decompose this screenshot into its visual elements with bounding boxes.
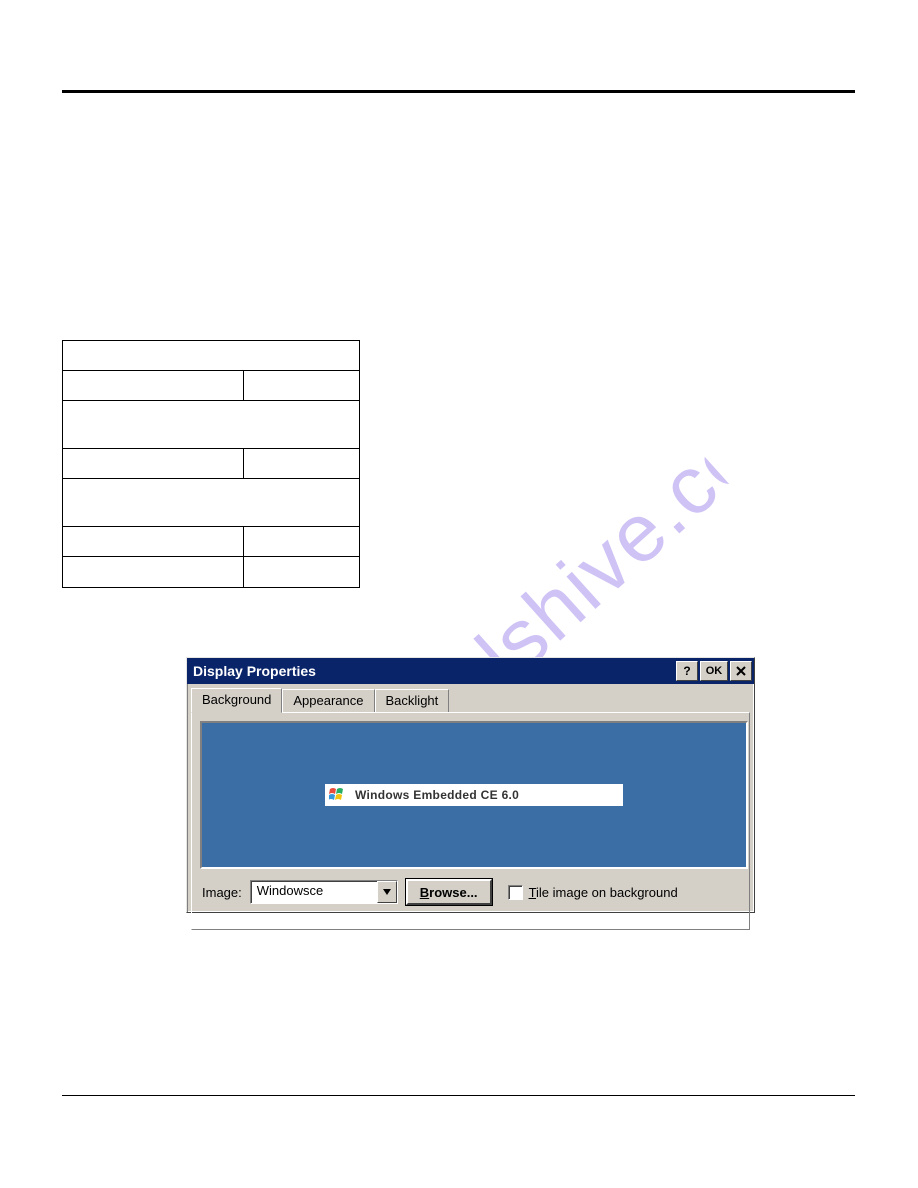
- controls-row: Image: Windowsce Browse... Tile image on…: [200, 879, 741, 905]
- table-cell: [63, 527, 244, 556]
- table-cell: [63, 479, 359, 526]
- tab-background[interactable]: Background: [191, 688, 282, 713]
- ok-button[interactable]: OK: [700, 661, 728, 681]
- checkbox-box[interactable]: [508, 885, 523, 900]
- top-rule: [62, 90, 855, 93]
- browse-button[interactable]: Browse...: [406, 879, 492, 905]
- titlebar-buttons: ? OK: [674, 661, 752, 681]
- bottom-rule: [62, 1095, 855, 1096]
- help-button[interactable]: ?: [676, 661, 698, 681]
- desktop-preview: Windows Embedded CE 6.0: [200, 721, 748, 869]
- tab-appearance[interactable]: Appearance: [282, 689, 374, 712]
- table-cell: [244, 449, 359, 478]
- table-cell: [63, 557, 244, 587]
- close-button[interactable]: [730, 661, 752, 681]
- image-select[interactable]: Windowsce: [250, 880, 398, 904]
- dialog-title: Display Properties: [193, 663, 674, 679]
- image-select-value: Windowsce: [251, 881, 377, 903]
- table-cell: [244, 527, 359, 556]
- chevron-down-icon: [383, 889, 391, 895]
- empty-table: [62, 340, 360, 588]
- table-cell: [244, 557, 359, 587]
- table-cell: [63, 401, 359, 448]
- titlebar[interactable]: Display Properties ? OK: [187, 658, 754, 684]
- tab-backlight[interactable]: Backlight: [375, 689, 450, 712]
- close-icon: [736, 666, 746, 676]
- preview-banner-text: Windows Embedded CE 6.0: [355, 788, 519, 802]
- table-cell: [244, 371, 359, 400]
- preview-banner: Windows Embedded CE 6.0: [325, 784, 623, 806]
- browse-accel: B: [420, 885, 429, 900]
- windows-flag-icon: [329, 787, 351, 803]
- tile-label: Tile image on background: [529, 885, 678, 900]
- tab-panel-background: Windows Embedded CE 6.0 Image: Windowsce…: [191, 712, 750, 930]
- tile-checkbox[interactable]: Tile image on background: [508, 885, 678, 900]
- table-cell: [63, 341, 359, 370]
- browse-rest: rowse...: [429, 885, 477, 900]
- dropdown-arrow[interactable]: [377, 881, 397, 903]
- table-cell: [63, 371, 244, 400]
- display-properties-dialog: Display Properties ? OK Background Appea…: [186, 657, 755, 913]
- tab-strip: Background Appearance Backlight: [187, 684, 754, 712]
- image-label: Image:: [202, 885, 242, 900]
- table-cell: [63, 449, 244, 478]
